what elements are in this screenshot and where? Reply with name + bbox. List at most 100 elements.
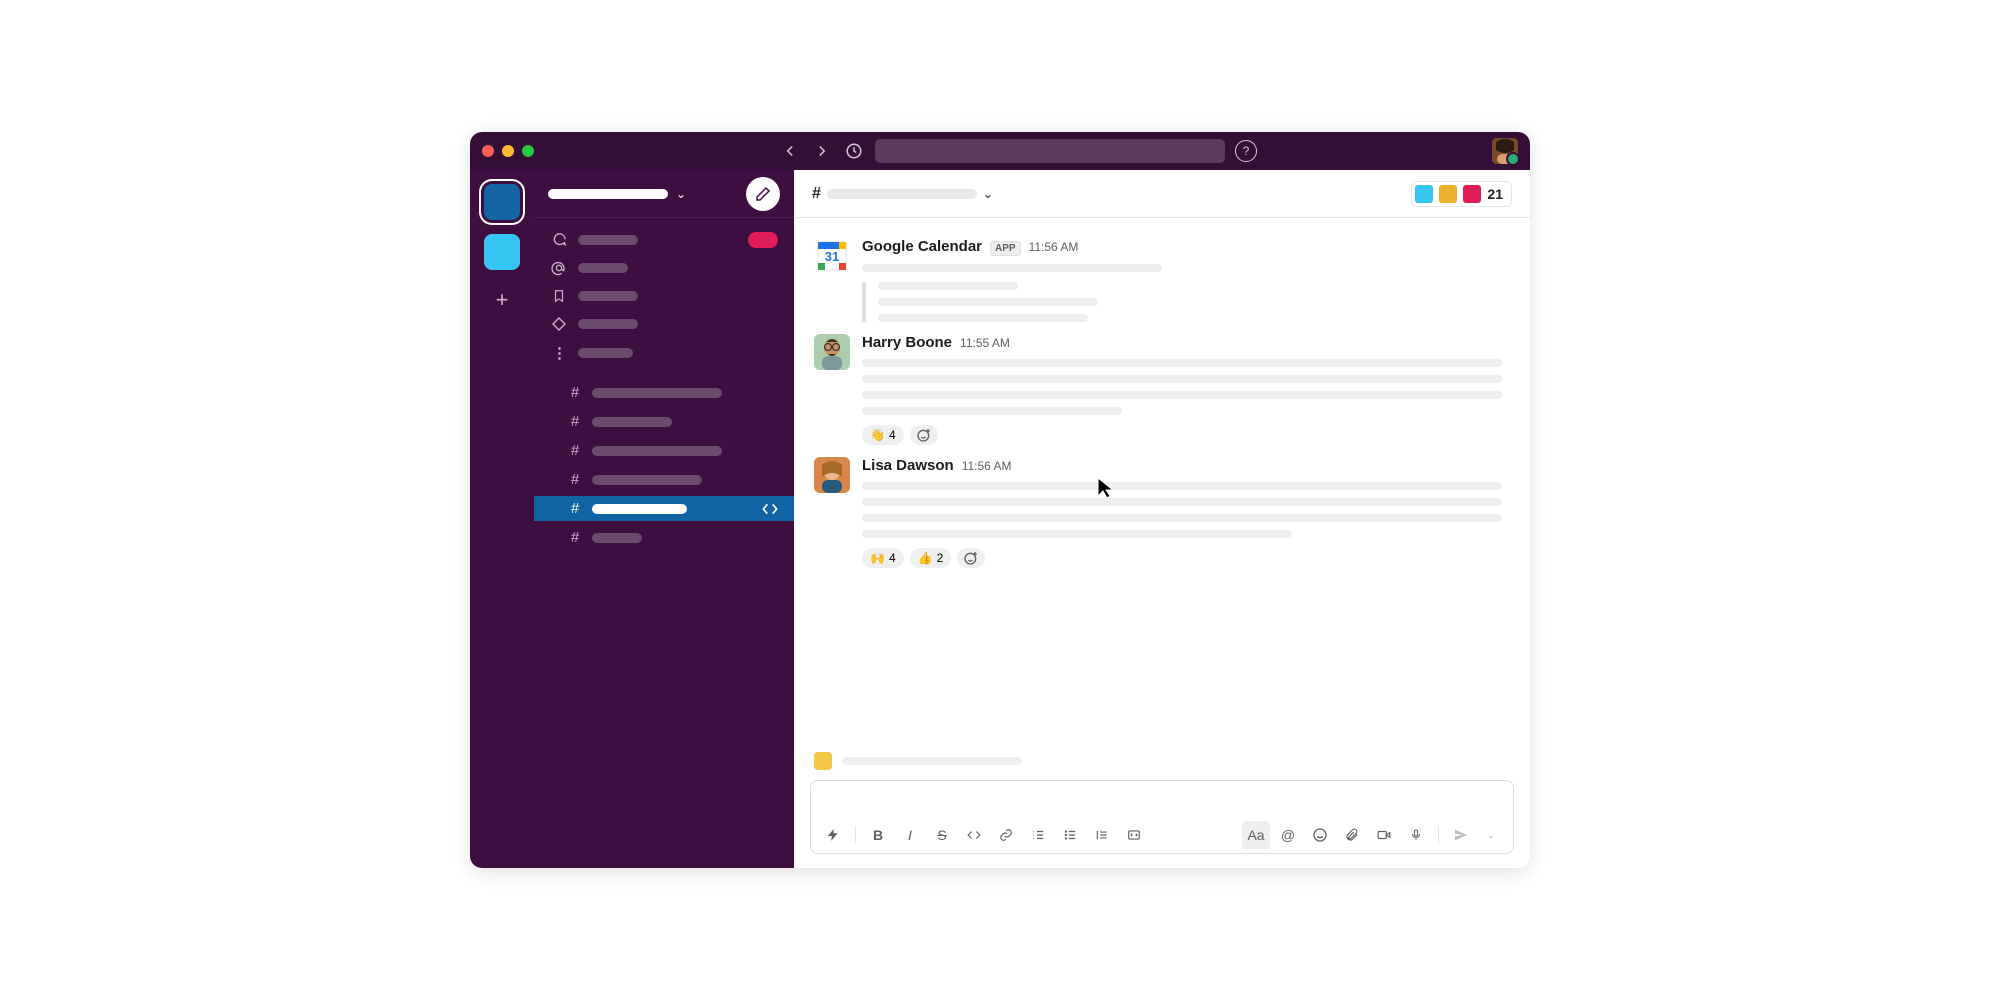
attach-button[interactable] (1338, 821, 1366, 849)
reaction[interactable]: 👍2 (910, 548, 952, 568)
link-button[interactable] (992, 821, 1020, 849)
send-button[interactable] (1447, 821, 1475, 849)
message-sender[interactable]: Harry Boone (862, 334, 952, 351)
formatting-toggle-button[interactable]: Aa (1242, 821, 1270, 849)
add-workspace-button[interactable]: + (486, 284, 518, 316)
hash-icon: # (568, 471, 582, 488)
member-list-button[interactable]: 21 (1411, 181, 1512, 207)
message-list: 31Google CalendarAPP11:56 AMHarry Boone1… (794, 218, 1530, 748)
hash-icon: # (812, 185, 821, 203)
hash-icon: # (568, 500, 582, 517)
titlebar: ? (470, 132, 1530, 170)
channel-label (592, 446, 722, 456)
code-button[interactable] (960, 821, 988, 849)
composer-toolbar: B I S Aa @ (811, 817, 1513, 853)
maximize-window-button[interactable] (522, 145, 534, 157)
message-sender[interactable]: Lisa Dawson (862, 457, 954, 474)
message-text-line (862, 482, 1502, 490)
sidebar-item-threads[interactable] (534, 228, 794, 252)
channel-item[interactable]: # (534, 380, 794, 405)
bookmark-icon (550, 288, 568, 304)
shortcuts-button[interactable] (819, 821, 847, 849)
send-options-button[interactable]: ⌄ (1477, 821, 1505, 849)
canvas-icon (550, 316, 568, 332)
app-badge: APP (990, 241, 1021, 256)
message-text-line (878, 282, 1018, 290)
help-button[interactable]: ? (1235, 140, 1257, 162)
workspace-switcher-item[interactable] (484, 234, 520, 270)
emoji-button[interactable] (1306, 821, 1334, 849)
typing-avatar (814, 752, 832, 770)
codeblock-button[interactable] (1120, 821, 1148, 849)
svg-text:31: 31 (825, 249, 839, 264)
message-text-line (862, 375, 1502, 383)
message-text-line (862, 498, 1502, 506)
window-controls (482, 145, 534, 157)
reactions: 🙌4 👍2 (862, 548, 1510, 568)
history-button[interactable] (843, 140, 865, 162)
sidebar-item-saved[interactable] (534, 284, 794, 308)
ordered-list-button[interactable] (1024, 821, 1052, 849)
message-sender[interactable]: Google Calendar (862, 238, 982, 255)
video-button[interactable] (1370, 821, 1398, 849)
avatar[interactable]: 31 (814, 238, 850, 274)
member-count: 21 (1487, 186, 1503, 202)
mention-button[interactable]: @ (1274, 821, 1302, 849)
search-input[interactable] (875, 139, 1225, 163)
message-text-line (862, 359, 1502, 367)
hash-icon: # (568, 413, 582, 430)
hash-icon: # (568, 384, 582, 401)
back-button[interactable] (779, 140, 801, 162)
channel-item[interactable]: # (534, 438, 794, 463)
audio-button[interactable] (1402, 821, 1430, 849)
channel-item[interactable]: # (534, 525, 794, 550)
main-panel: # ⌄ 21 31 Google Calendar APP 11:56 AM Harry… (794, 170, 1530, 868)
threads-icon (550, 232, 568, 248)
message: Lisa Dawson 11:56 AM 🙌4 👍2 (794, 451, 1530, 574)
italic-button[interactable]: I (896, 821, 924, 849)
workspace-switcher-item[interactable] (484, 184, 520, 220)
forward-button[interactable] (811, 140, 833, 162)
reaction[interactable]: 🙌4 (862, 548, 904, 568)
bullet-list-button[interactable] (1056, 821, 1084, 849)
add-reaction-button[interactable] (957, 548, 985, 568)
close-window-button[interactable] (482, 145, 494, 157)
compose-button[interactable] (746, 177, 780, 211)
message-timestamp: 11:56 AM (962, 459, 1012, 473)
message-timestamp: 11:56 AM (1029, 240, 1079, 254)
hash-icon: # (568, 442, 582, 459)
sidebar-item-more[interactable]: ⋮ (534, 340, 794, 366)
unread-badge (748, 232, 778, 248)
avatar[interactable] (814, 457, 850, 493)
channel-item[interactable]: # (534, 467, 794, 492)
channel-item[interactable]: # (534, 409, 794, 434)
channel-label (592, 533, 642, 543)
workspace-name (548, 189, 668, 199)
avatar[interactable] (814, 334, 850, 370)
message-text-line (862, 391, 1502, 399)
user-avatar[interactable] (1492, 138, 1518, 164)
typing-indicator (794, 748, 1530, 780)
reaction[interactable]: 👋4 (862, 425, 904, 445)
sidebar-item-mentions[interactable] (534, 256, 794, 280)
composer-input[interactable] (811, 781, 1513, 817)
sidebar-item-canvases[interactable] (534, 312, 794, 336)
hash-icon: # (568, 529, 582, 546)
strikethrough-button[interactable]: S (928, 821, 956, 849)
message: Harry Boone11:55 AM👋4 (794, 328, 1530, 451)
channel-item[interactable]: # (534, 496, 794, 521)
channel-label (592, 504, 687, 514)
reaction-emoji: 👋 (870, 428, 885, 442)
member-avatar (1439, 185, 1457, 203)
message-text-line (862, 514, 1502, 522)
message-composer[interactable]: B I S Aa @ (810, 780, 1514, 854)
minimize-window-button[interactable] (502, 145, 514, 157)
workspace-header[interactable]: ⌄ (534, 170, 794, 218)
canvas-icon (762, 501, 778, 517)
sidebar-item-label (578, 291, 638, 301)
add-reaction-button[interactable] (910, 425, 938, 445)
sidebar-item-label (578, 263, 628, 273)
bold-button[interactable]: B (864, 821, 892, 849)
channel-title[interactable]: # ⌄ (812, 185, 993, 203)
quote-button[interactable] (1088, 821, 1116, 849)
